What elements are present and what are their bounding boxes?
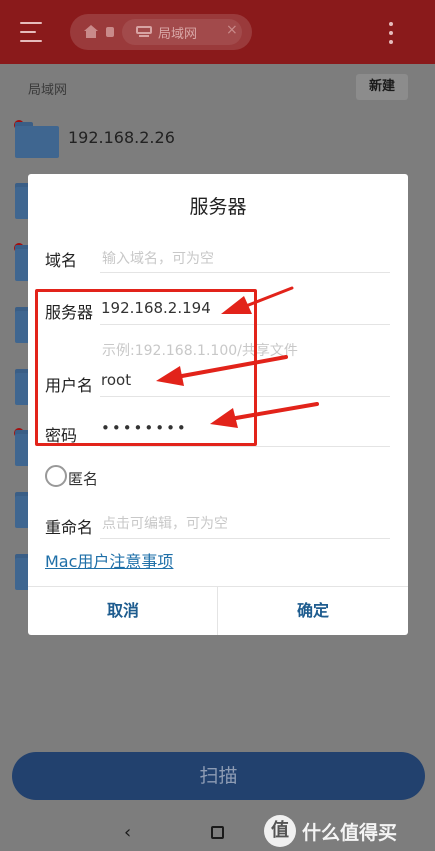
annotation-highlight-box [35, 289, 257, 446]
password-underline [100, 446, 390, 447]
list-item-name[interactable]: 192.168.2.26 [68, 128, 175, 147]
scan-button[interactable]: 扫描 [12, 752, 425, 800]
network-icon [136, 26, 152, 38]
breadcrumb-separator-icon [106, 27, 114, 37]
back-icon[interactable]: ‹ [124, 822, 131, 843]
rename-input[interactable]: 点击可编辑，可为空 [102, 513, 228, 533]
anonymous-radio[interactable] [45, 465, 67, 487]
more-options-icon[interactable] [389, 22, 393, 44]
top-toolbar: 局域网 × [0, 0, 435, 64]
new-button[interactable]: 新建 [356, 74, 408, 100]
watermark-text: 什么值得买 [302, 822, 398, 844]
home-square-icon[interactable] [211, 826, 224, 839]
cancel-button[interactable]: 取消 [28, 586, 218, 635]
anonymous-label[interactable]: 匿名 [68, 468, 98, 489]
mac-notes-link[interactable]: Mac用户注意事项 [45, 548, 173, 572]
home-icon[interactable] [84, 25, 98, 39]
close-icon[interactable]: × [226, 22, 238, 38]
system-nav-bar: ‹ 值 什么值得买 [0, 812, 435, 851]
breadcrumb-chip-lan[interactable]: 局域网 × [122, 19, 242, 45]
domain-input[interactable]: 输入域名，可为空 [102, 248, 214, 268]
dialog-title: 服务器 [189, 196, 247, 218]
section-label: 局域网 [28, 83, 68, 98]
rename-label: 重命名 [45, 518, 94, 537]
domain-underline [100, 272, 390, 273]
rename-underline [100, 538, 390, 539]
breadcrumb-label: 局域网 [158, 27, 198, 42]
domain-label: 域名 [45, 251, 78, 270]
folder-icon[interactable] [15, 122, 59, 158]
confirm-button[interactable]: 确定 [218, 586, 408, 635]
menu-icon[interactable] [20, 22, 42, 42]
breadcrumb: 局域网 × [70, 14, 252, 50]
watermark-logo: 值 [264, 815, 296, 847]
